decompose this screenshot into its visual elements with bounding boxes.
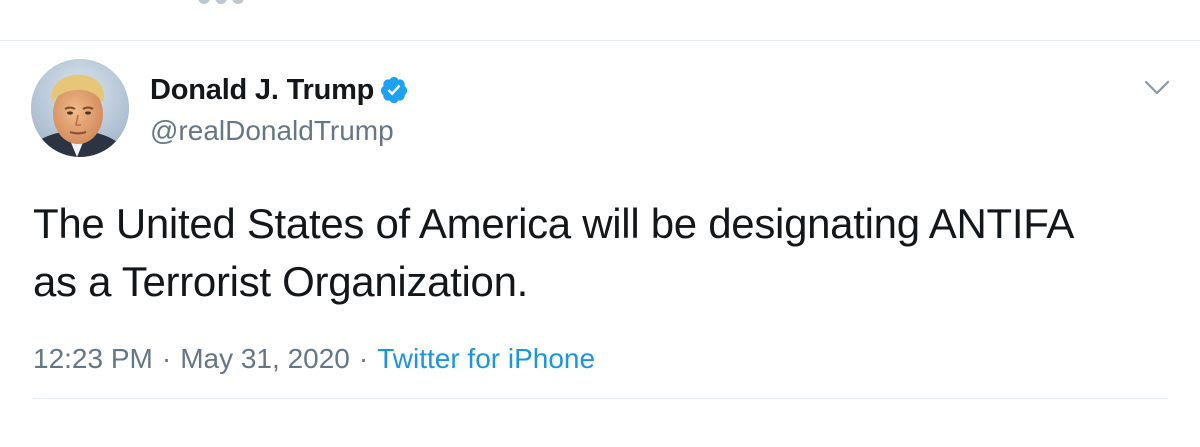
tweet: Donald J. Trump @realDonaldTrump The Uni… — [0, 41, 1200, 447]
verified-badge-icon — [379, 75, 409, 105]
author-name-row[interactable]: Donald J. Trump — [150, 71, 409, 109]
tweet-text-line: The United States of America will be des… — [33, 200, 1075, 247]
tweet-source-link[interactable]: Twitter for iPhone — [377, 343, 595, 375]
previous-tweet-action-icons — [198, 0, 244, 4]
tweet-metadata: 12:23 PM · May 31, 2020 · Twitter for iP… — [33, 341, 595, 377]
meta-separator: · — [358, 343, 369, 374]
tweet-text-line: as a Terrorist Organization. — [33, 258, 529, 305]
tweet-time[interactable]: 12:23 PM — [33, 343, 153, 375]
tweet-text: The United States of America will be des… — [33, 195, 1173, 311]
avatar-photo — [31, 59, 129, 157]
meta-separator: · — [161, 343, 172, 374]
author-handle[interactable]: @realDonaldTrump — [150, 115, 394, 147]
chevron-down-icon[interactable] — [1143, 77, 1171, 99]
tweet-date[interactable]: May 31, 2020 — [180, 343, 350, 375]
bottom-divider — [33, 398, 1168, 399]
author-display-name[interactable]: Donald J. Trump — [150, 74, 374, 107]
avatar[interactable] — [31, 59, 129, 157]
